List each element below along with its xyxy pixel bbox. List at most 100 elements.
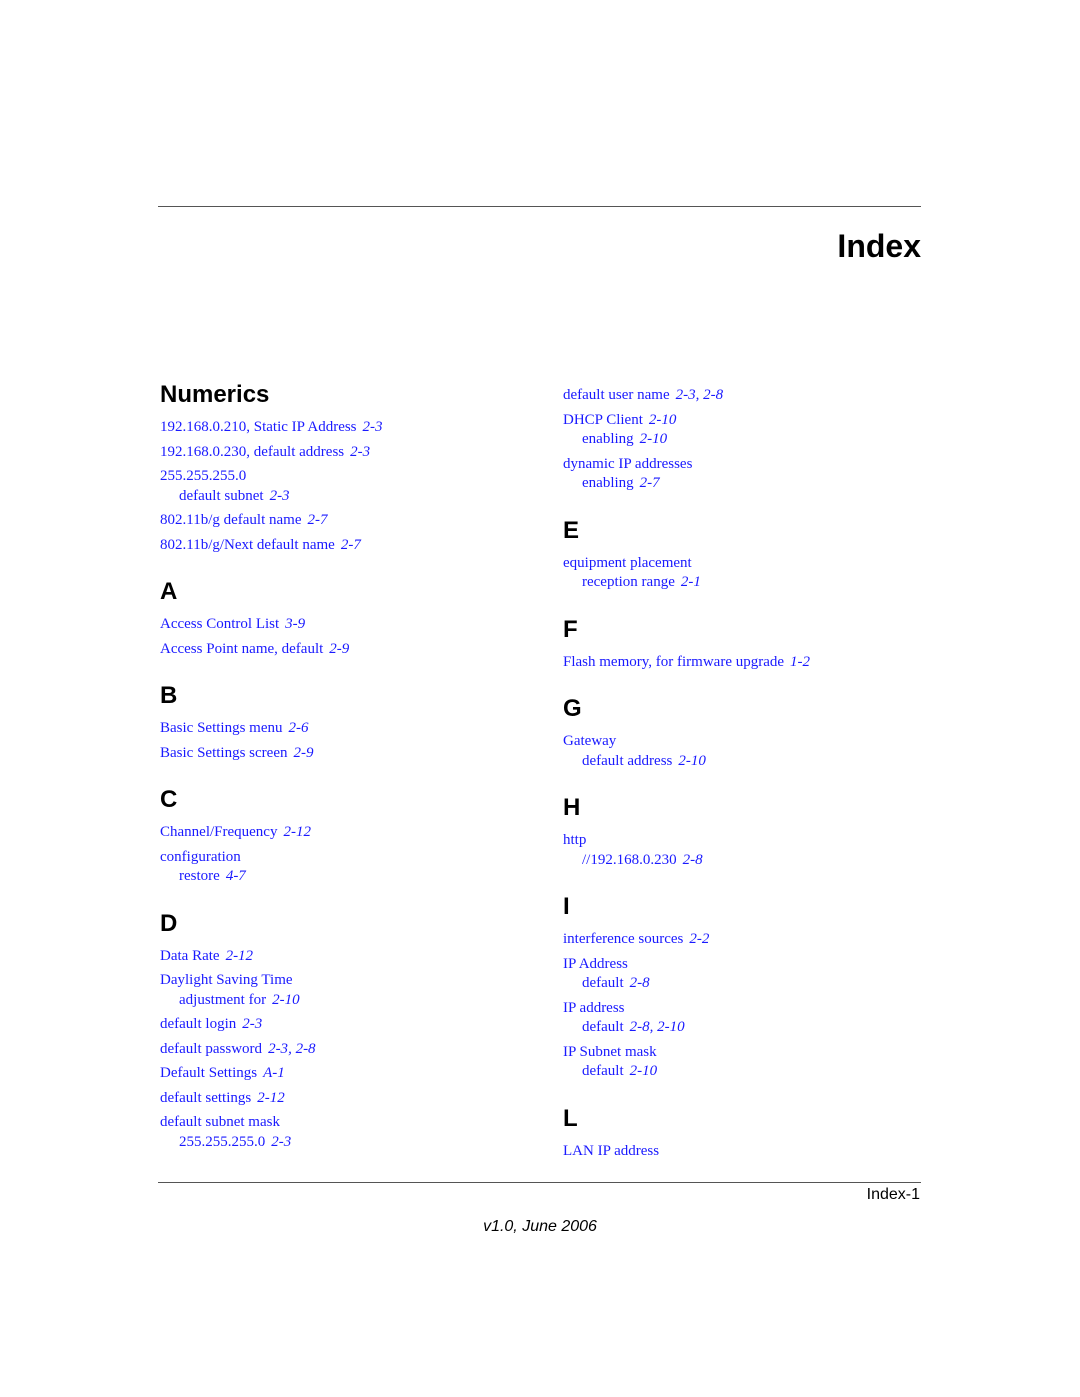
index-entry-link[interactable]: Default Settings A-1: [160, 1064, 550, 1084]
index-section-f: F Flash memory, for firmware upgrade 1-2: [563, 615, 953, 673]
page-reference-link[interactable]: 2-10: [678, 753, 706, 769]
entry-text: http: [563, 832, 587, 848]
section-letter-heading: G: [563, 695, 582, 722]
index-subentry-link[interactable]: default address 2-10: [563, 752, 953, 772]
index-entry-link[interactable]: 192.168.0.210, Static IP Address 2-3: [160, 418, 550, 438]
entry-text: Flash memory, for firmware upgrade: [563, 653, 785, 670]
index-entry-link[interactable]: 192.168.0.230, default address 2-3: [160, 443, 550, 463]
index-entry-link[interactable]: IP Address: [563, 955, 953, 975]
index-entry-link[interactable]: Flash memory, for firmware upgrade 1-2: [563, 653, 953, 673]
index-subentry-link[interactable]: enabling 2-10: [563, 430, 953, 450]
page-reference-link[interactable]: 2-12: [257, 1090, 285, 1106]
page-reference-link[interactable]: 2-3: [363, 419, 383, 435]
index-entry: Daylight Saving Time adjustment for 2-10: [160, 971, 550, 1010]
page-reference-link[interactable]: 4-7: [226, 868, 246, 884]
index-entry-link[interactable]: default user name 2-3, 2-8: [563, 386, 953, 406]
index-subentry-link[interactable]: default 2-8, 2-10: [563, 1018, 953, 1038]
index-entry-link[interactable]: IP address: [563, 999, 953, 1019]
page-reference-link[interactable]: 2-6: [289, 720, 309, 736]
index-entry: configuration restore 4-7: [160, 848, 550, 887]
index-subentry-link[interactable]: restore 4-7: [160, 867, 550, 887]
page-reference-link[interactable]: A-1: [263, 1065, 285, 1081]
page-reference-link[interactable]: 2-10: [657, 1019, 685, 1035]
index-subentry-link[interactable]: reception range 2-1: [563, 573, 953, 593]
index-subentry-link[interactable]: adjustment for 2-10: [160, 991, 550, 1011]
index-entry-link[interactable]: DHCP Client 2-10: [563, 411, 953, 431]
entry-text: IP address: [563, 999, 625, 1016]
page-reference-link[interactable]: 2-3: [676, 387, 696, 403]
page-reference-link[interactable]: 2-8: [703, 387, 723, 403]
index-entry-link[interactable]: default password 2-3, 2-8: [160, 1040, 550, 1060]
index-entry-link[interactable]: interference sources 2-2: [563, 930, 953, 950]
page-reference-link[interactable]: 2-7: [341, 537, 361, 553]
section-letter-heading: A: [160, 578, 178, 605]
page-reference-link[interactable]: 2-3: [242, 1016, 262, 1032]
page-reference-link[interactable]: 2-3: [270, 488, 290, 504]
index-entry-link[interactable]: Basic Settings screen 2-9: [160, 744, 550, 764]
page-reference-link[interactable]: 2-3: [271, 1134, 291, 1150]
index-entry-link[interactable]: Data Rate 2-12: [160, 947, 550, 967]
index-section-numerics: Numerics 192.168.0.210, Static IP Address…: [160, 380, 550, 555]
index-entry: IP Address default 2-8: [563, 955, 953, 994]
page-reference-link[interactable]: 2-7: [640, 475, 660, 491]
page-reference-link[interactable]: 2-8: [683, 852, 703, 868]
page-reference-link[interactable]: 2-12: [283, 824, 311, 840]
page-reference-link[interactable]: 2-8: [630, 975, 650, 991]
footer-rule: [158, 1182, 921, 1183]
index-entry-link[interactable]: dynamic IP addresses: [563, 455, 953, 475]
index-entry-link[interactable]: default settings 2-12: [160, 1089, 550, 1109]
index-entry-link[interactable]: Daylight Saving Time: [160, 971, 550, 991]
entry-text: reception range: [582, 574, 675, 590]
index-entry-link[interactable]: configuration: [160, 848, 550, 868]
page-reference-link[interactable]: 2-8: [630, 1019, 650, 1035]
page-reference-link[interactable]: 1-2: [790, 654, 810, 670]
page-reference-link[interactable]: 2-9: [329, 641, 349, 657]
index-entry-link[interactable]: LAN IP address: [563, 1142, 953, 1162]
page-reference-link[interactable]: 2-2: [689, 931, 709, 947]
entry-text: LAN IP address: [563, 1142, 660, 1159]
index-entry-link[interactable]: IP Subnet mask: [563, 1043, 953, 1063]
page-reference-link[interactable]: 3-9: [285, 616, 305, 632]
entry-text: default user name: [563, 387, 670, 403]
index-subentry-link[interactable]: default 2-10: [563, 1062, 953, 1082]
index-entry: default password 2-3, 2-8: [160, 1040, 550, 1060]
index-entry-link[interactable]: default login 2-3: [160, 1015, 550, 1035]
page-reference-link[interactable]: 2-1: [681, 574, 701, 590]
entry-text: Basic Settings menu: [160, 720, 283, 736]
index-entry-link[interactable]: Channel/Frequency 2-12: [160, 823, 550, 843]
index-entry: Gateway default address 2-10: [563, 732, 953, 771]
page-reference-link[interactable]: 2-12: [226, 948, 254, 964]
index-subentry-link[interactable]: default 2-8: [563, 974, 953, 994]
index-entry-link[interactable]: 802.11b/g/Next default name 2-7: [160, 536, 550, 556]
index-entry-link[interactable]: Access Point name, default 2-9: [160, 640, 550, 660]
page-reference-link[interactable]: 2-10: [272, 992, 300, 1008]
index-entry-link[interactable]: 802.11b/g default name 2-7: [160, 511, 550, 531]
page-reference-link[interactable]: 2-8: [296, 1041, 316, 1057]
index-entry-link[interactable]: 255.255.255.0: [160, 467, 550, 487]
index-section-e: Eequipment placement reception range 2-1: [563, 516, 953, 593]
index-entry-link[interactable]: Basic Settings menu 2-6: [160, 719, 550, 739]
page-reference-link[interactable]: 2-10: [630, 1063, 658, 1079]
page-reference-link[interactable]: 2-3: [268, 1041, 288, 1057]
page-reference-link[interactable]: 2-10: [649, 412, 677, 428]
index-section-h: Hhttp //192.168.0.230 2-8: [563, 793, 953, 870]
index-subentry-link[interactable]: enabling 2-7: [563, 474, 953, 494]
index-subentry-link[interactable]: //192.168.0.230 2-8: [563, 851, 953, 871]
header-rule: [158, 206, 921, 207]
index-subentry-link[interactable]: 255.255.255.0 2-3: [160, 1133, 550, 1153]
index-entry-link[interactable]: Access Control List 3-9: [160, 615, 550, 635]
index-entry-link[interactable]: default subnet mask: [160, 1113, 550, 1133]
index-entry: IP Subnet mask default 2-10: [563, 1043, 953, 1082]
index-entry-link[interactable]: Gateway: [563, 732, 953, 752]
section-letter-heading: E: [563, 516, 580, 544]
index-entry: default settings 2-12: [160, 1089, 550, 1109]
page-reference-link[interactable]: 2-9: [293, 745, 313, 761]
page-reference-link[interactable]: 2-10: [640, 431, 668, 447]
page-reference-link[interactable]: 2-7: [308, 512, 328, 528]
index-entry: dynamic IP addresses enabling 2-7: [563, 455, 953, 494]
index-subentry-link[interactable]: default subnet 2-3: [160, 487, 550, 507]
section-letter-heading: B: [160, 682, 178, 709]
page-reference-link[interactable]: 2-3: [350, 444, 370, 460]
index-entry-link[interactable]: equipment placement: [563, 554, 953, 574]
index-entry-link[interactable]: http: [563, 831, 953, 851]
